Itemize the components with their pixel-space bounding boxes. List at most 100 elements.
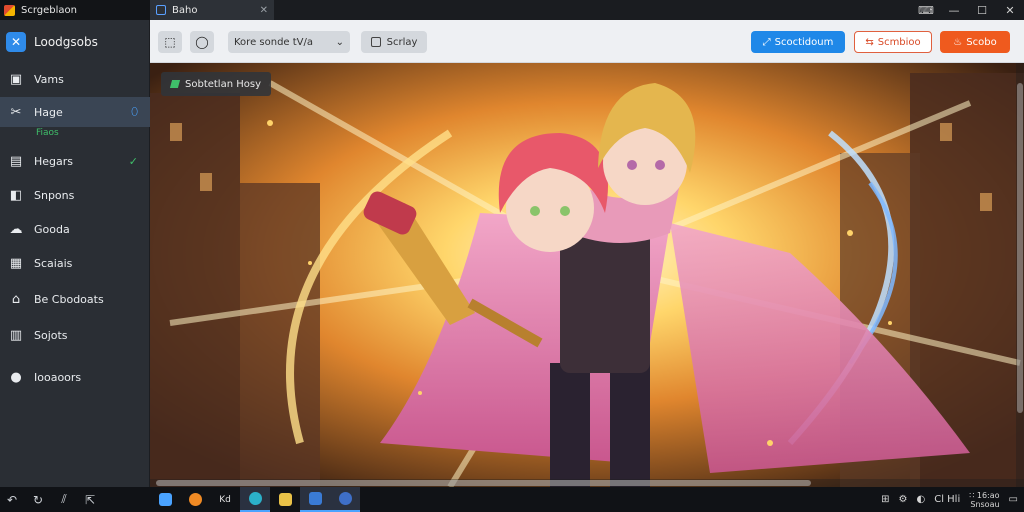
home-icon: ⌂ — [11, 291, 21, 307]
vertical-scrollbar[interactable] — [1016, 63, 1024, 487]
share-icon: ⇆ — [865, 36, 874, 48]
secondary-action-label: Scmbioo — [877, 36, 921, 48]
taskbar-app-edge[interactable] — [240, 487, 270, 512]
sidebar: ✕ Loodgsobs ▣ Vams ✂ Hage ⬯ Fiaos ▤ Hega… — [0, 20, 150, 487]
checkbox-icon — [370, 37, 381, 47]
taskbar-left-controls: ↶ ↻ ⫽ ⇱ — [4, 487, 98, 512]
layers-icon: ▤ — [9, 153, 23, 169]
link-icon: ⤢ — [762, 36, 771, 48]
sidebar-item-iooaoors[interactable]: ● Iooaoors — [0, 362, 150, 392]
display-toggle-label: Scrlay — [386, 36, 418, 48]
app-title-bar: Scrgeblaon — [0, 0, 150, 20]
app-logo-icon — [4, 4, 15, 16]
display-toggle[interactable]: Scrlay — [361, 31, 427, 53]
tag-icon — [169, 80, 181, 88]
taskbar-app-label: Kd — [219, 494, 231, 505]
settings-icon[interactable]: ⚙ — [899, 494, 908, 505]
mode-select-value: Kore sonde tV/a — [234, 36, 314, 48]
save-icon-button[interactable]: ⬚ — [158, 31, 182, 53]
vertical-scroll-thumb[interactable] — [1017, 83, 1023, 413]
primary-action-button[interactable]: ⤢ Scoctidoum — [751, 31, 845, 53]
tools-icon: ✂ — [10, 104, 22, 120]
tab-file-icon — [156, 5, 166, 15]
window-title-bar: Baho ✕ ⌨ — ☐ ✕ — [150, 0, 1024, 20]
clock-date: Snsoau — [970, 499, 1000, 509]
notification-icon[interactable]: ▭ — [1009, 494, 1018, 505]
sidebar-item-gooda[interactable]: ☁ Gooda — [0, 214, 150, 244]
save-icon: ⬚ — [164, 35, 176, 49]
sidebar-item-be-cbodoats[interactable]: ⌂ Be Cbodoats — [0, 284, 150, 314]
close-button[interactable]: ✕ — [996, 0, 1024, 20]
sidebar-brand[interactable]: ✕ Loodgsobs — [0, 20, 149, 64]
sidebar-item-hage[interactable]: ✂ Hage ⬯ — [0, 97, 150, 127]
edge-icon — [248, 492, 262, 505]
taskbar-app-current[interactable] — [300, 487, 330, 512]
horizontal-scroll-thumb[interactable] — [156, 480, 811, 486]
canvas-badge-label: Sobtetlan Hosy — [185, 78, 261, 90]
window-controls: ⌨ — ☐ ✕ — [912, 0, 1024, 20]
secondary-action-button[interactable]: ⇆ Scmbioo — [854, 31, 932, 53]
tertiary-action-label: Scobo — [966, 36, 997, 48]
app-title: Scrgeblaon — [21, 4, 77, 16]
tray-text: Cl Hli — [934, 494, 961, 505]
back-icon[interactable]: ↶ — [4, 493, 20, 507]
window-tab[interactable]: Baho ✕ — [150, 0, 274, 20]
files-icon — [278, 493, 292, 506]
horizontal-scrollbar[interactable] — [150, 479, 1024, 487]
image-canvas[interactable]: Sobtetlan Hosy — [150, 63, 1024, 487]
sidebar-item-sojots[interactable]: ▥ Sojots — [0, 320, 150, 350]
system-tray: ⊞ ⚙ ◐ Cl Hli ∷ 16:ao Snsoau ▭ — [881, 487, 1018, 512]
sidebar-item-hegars[interactable]: ▤ Hegars ✓ — [0, 146, 150, 176]
maximize-button[interactable]: ☐ — [968, 0, 996, 20]
tab-label: Baho — [172, 4, 198, 16]
mode-select[interactable]: Kore sonde tV/a ⌄ — [228, 31, 350, 53]
folder-icon: ◧ — [9, 187, 23, 203]
windows-icon — [158, 493, 172, 506]
taskbar-app-kd[interactable]: Kd — [210, 487, 240, 512]
document-icon: ▥ — [9, 327, 23, 343]
brand-logo-icon: ✕ — [6, 32, 26, 52]
clock-time: ∷ 16:ao — [969, 490, 1000, 500]
network-icon[interactable]: ⊞ — [881, 494, 889, 505]
taskbar-app-windows[interactable] — [150, 487, 180, 512]
sidebar-item-vams[interactable]: ▣ Vams — [0, 64, 150, 94]
taskbar-apps: Kd — [150, 487, 360, 512]
taskbar-app-globe[interactable] — [330, 487, 360, 512]
minimize-button[interactable]: — — [940, 0, 968, 20]
disc-icon: ● — [10, 369, 22, 385]
primary-action-label: Scoctidoum — [774, 36, 834, 48]
refresh-icon[interactable]: ↻ — [30, 493, 46, 507]
taskbar-app-files[interactable] — [270, 487, 300, 512]
clock[interactable]: ∷ 16:ao Snsoau — [969, 491, 999, 509]
check-icon: ✓ — [128, 154, 138, 168]
anime-artwork — [150, 63, 1024, 487]
sidebar-item-label: Hage — [34, 105, 63, 119]
sidebar-item-label: Be Cbodoats — [34, 292, 104, 306]
record-button[interactable]: ◯ — [190, 31, 214, 53]
status-indicator-icon: ⬯ — [131, 105, 138, 118]
sidebar-item-label: Sojots — [34, 328, 68, 342]
chart-icon[interactable]: ⫽ — [56, 492, 72, 507]
taskbar-app-browser[interactable] — [180, 487, 210, 512]
canvas-badge[interactable]: Sobtetlan Hosy — [161, 72, 271, 96]
circle-icon: ◯ — [195, 35, 209, 49]
sidebar-item-snpons[interactable]: ◧ Snpons — [0, 180, 150, 210]
browser-icon — [188, 493, 202, 506]
tab-close-icon[interactable]: ✕ — [260, 5, 268, 16]
sidebar-item-label: Snpons — [34, 188, 75, 202]
sidebar-item-label: Gooda — [34, 222, 70, 236]
gamepad-icon[interactable]: ⌨ — [912, 0, 940, 20]
sidebar-item-label: Vams — [34, 72, 64, 86]
app-icon — [308, 492, 322, 505]
cloud-icon: ☁ — [9, 221, 23, 237]
sidebar-item-label: Scaiais — [34, 256, 73, 270]
brand-label: Loodgsobs — [34, 35, 98, 49]
sidebar-sub-label: Fiaos — [36, 128, 59, 138]
sidebar-item-scaiais[interactable]: ▦ Scaiais — [0, 248, 150, 278]
sidebar-item-label: Hegars — [34, 154, 74, 168]
tertiary-action-button[interactable]: ♨ Scobo — [940, 31, 1010, 53]
chevron-down-icon: ⌄ — [335, 36, 344, 48]
speaker-icon[interactable]: ◐ — [916, 494, 925, 505]
share-icon[interactable]: ⇱ — [82, 493, 98, 507]
globe-icon — [338, 492, 352, 505]
